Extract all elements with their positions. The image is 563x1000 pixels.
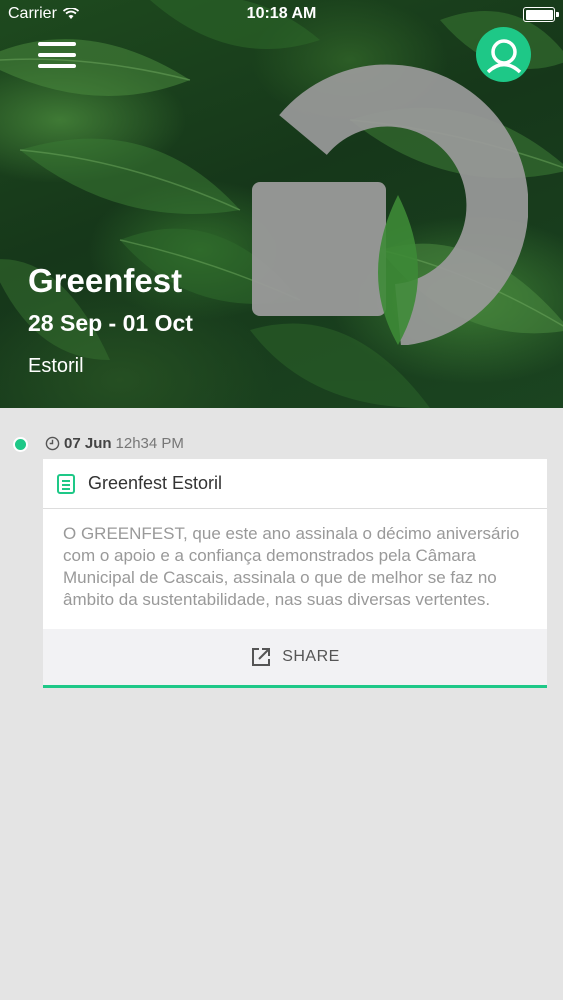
timeline-dot	[13, 437, 28, 452]
event-title: Greenfest	[28, 262, 183, 299]
news-card[interactable]: Greenfest Estoril O GREENFEST, que este …	[43, 459, 547, 688]
news-card-header: Greenfest Estoril	[43, 459, 547, 509]
news-card-title: Greenfest Estoril	[88, 473, 223, 493]
app-logo	[252, 64, 528, 345]
share-icon	[252, 648, 271, 666]
article-icon	[57, 473, 75, 494]
share-label: SHARE	[282, 648, 340, 665]
status-bar: Carrier 10:18 AM	[0, 0, 563, 30]
post-date: 07 Jun	[64, 435, 112, 452]
share-button[interactable]: SHARE	[43, 629, 547, 685]
user-profile-icon	[486, 38, 521, 73]
news-card-excerpt: O GREENFEST, que este ano assinala o déc…	[63, 524, 520, 609]
event-location: Estoril	[28, 355, 84, 377]
event-dates: 28 Sep - 01 Oct	[28, 310, 193, 336]
event-hero: Carrier 10:18 AM Greenfest 28 Sep - 01 O…	[0, 0, 563, 408]
hamburger-menu-icon	[38, 42, 76, 46]
clock-icon	[45, 436, 60, 451]
post-timestamp: 07 Jun 12h34 PM	[45, 435, 184, 452]
clock: 10:18 AM	[246, 5, 317, 22]
profile-button[interactable]	[476, 27, 531, 82]
menu-button[interactable]	[38, 42, 76, 72]
battery-icon	[523, 7, 559, 22]
post-time: 12h34 PM	[115, 435, 184, 452]
